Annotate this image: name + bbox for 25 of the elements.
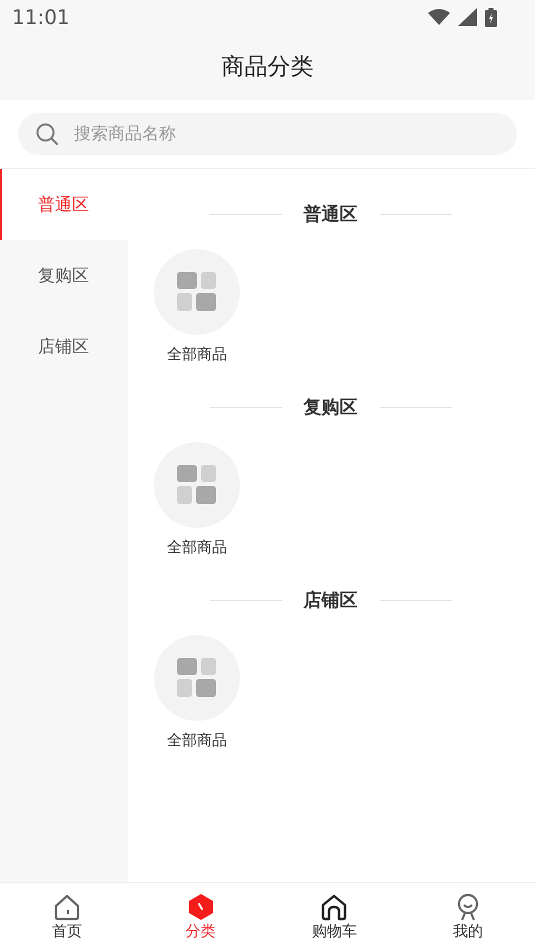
wifi-icon: [428, 9, 450, 25]
tab-item[interactable]: 首页: [0, 883, 134, 951]
status-time: 11:01: [12, 5, 70, 29]
home-icon: [52, 893, 81, 921]
page-title: 商品分类: [222, 52, 314, 82]
tab-item[interactable]: 购物车: [268, 883, 402, 951]
section-title: 复购区: [304, 396, 358, 419]
grid-icon: [177, 272, 217, 312]
grid-icon: [177, 658, 217, 698]
category-label[interactable]: 全部商品: [167, 731, 227, 750]
section-title: 普通区: [304, 203, 358, 226]
search-field[interactable]: 搜索商品名称: [18, 113, 517, 155]
tab-item[interactable]: 我的: [401, 883, 535, 951]
sidebar-item[interactable]: 复购区: [0, 240, 128, 311]
category-label[interactable]: 全部商品: [167, 345, 227, 364]
sidebar-item[interactable]: 普通区: [0, 169, 128, 240]
grid-icon: [177, 465, 217, 505]
category-label[interactable]: 全部商品: [167, 538, 227, 557]
house-icon: [320, 893, 348, 921]
category-icon: [186, 893, 215, 921]
section-title: 店铺区: [304, 589, 358, 612]
tab-item[interactable]: 分类: [134, 883, 268, 951]
signal-icon: [458, 8, 477, 26]
battery-icon: [485, 8, 497, 26]
sidebar-item[interactable]: 店铺区: [0, 311, 128, 382]
